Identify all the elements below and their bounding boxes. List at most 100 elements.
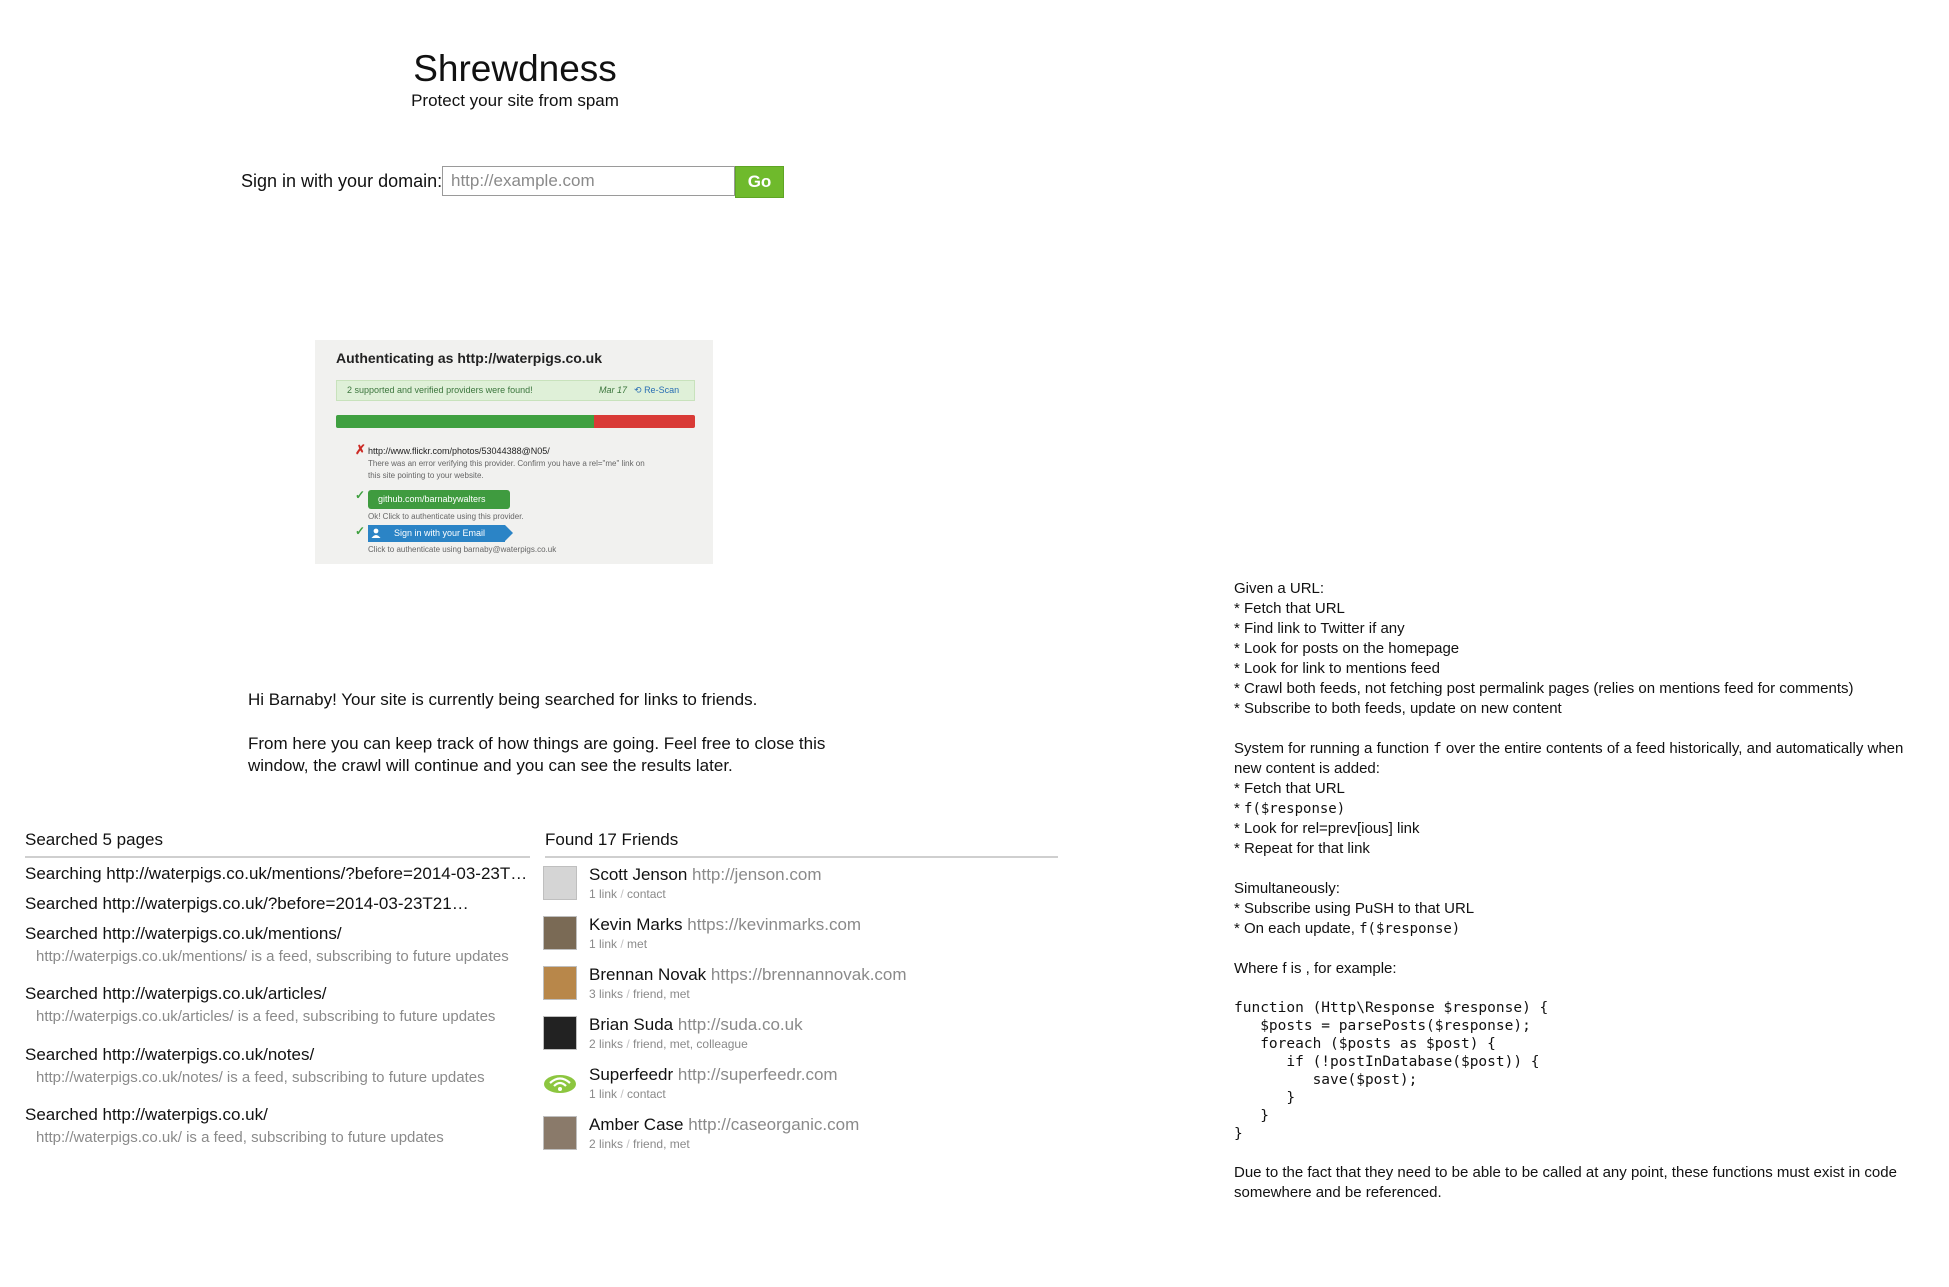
auth-alert-text: 2 supported and verified providers were …	[347, 385, 533, 395]
friend-url[interactable]: http://superfeedr.com	[678, 1065, 838, 1084]
wifi-icon	[544, 1075, 576, 1093]
friend-item[interactable]: Brennan Novak https://brennannovak.com 3…	[543, 965, 1063, 1006]
friend-name: Kevin Marks	[589, 915, 683, 934]
avatar	[543, 916, 577, 950]
notes-line: Given a URL:	[1234, 580, 1325, 597]
page-title: Shrewdness	[413, 48, 617, 89]
friend-link-count: 3 links	[589, 987, 624, 1001]
friend-url[interactable]: http://suda.co.uk	[678, 1015, 803, 1034]
search-item: Searching http://waterpigs.co.uk/mention…	[25, 864, 528, 883]
provider-ok-note: Ok! Click to authenticate using this pro…	[368, 512, 524, 521]
notes-line: * On each update, f($response)	[1234, 919, 1934, 939]
provider-url: http://www.flickr.com/photos/53044388@N0…	[368, 446, 550, 456]
friend-item[interactable]: Kevin Marks https://kevinmarks.com 1 lin…	[543, 915, 1063, 956]
avatar	[543, 1016, 577, 1050]
code-block: function (Http\Response $response) { $po…	[1234, 1000, 1549, 1142]
email-signin-button[interactable]: Sign in with your Email	[368, 525, 505, 542]
person-icon	[371, 528, 381, 538]
friend-link-count: 1 link	[589, 887, 618, 901]
friend-url[interactable]: https://brennannovak.com	[711, 965, 907, 984]
notes-code: f($response)	[1359, 921, 1461, 937]
search-item: Searched http://waterpigs.co.uk/mentions…	[25, 924, 342, 943]
search-item-note: http://waterpigs.co.uk/ is a feed, subsc…	[36, 1129, 444, 1146]
notes-panel: Given a URL: * Fetch that URL * Find lin…	[1234, 579, 1934, 1203]
progress-error-segment	[594, 415, 695, 428]
notes-text: * On each update,	[1234, 920, 1360, 937]
notes-line: * Look for link to mentions feed	[1234, 660, 1440, 677]
friends-heading: Found 17 Friends	[545, 830, 1058, 858]
friend-name: Superfeedr	[589, 1065, 674, 1084]
notes-text: over the entire contents of a feed histo…	[1441, 740, 1904, 757]
email-signin-label: Sign in with your Email	[394, 528, 486, 538]
rescan-label: Re-Scan	[644, 385, 680, 395]
friend-rel: friend, met	[633, 1137, 690, 1151]
auth-screenshot: Authenticating as http://waterpigs.co.uk…	[315, 340, 713, 564]
notes-line: * Subscribe using PuSH to that URL	[1234, 900, 1475, 917]
friend-name: Scott Jenson	[589, 865, 688, 884]
search-item: Searched http://waterpigs.co.uk/articles…	[25, 984, 327, 1003]
notes-line: somewhere and be referenced.	[1234, 1184, 1442, 1201]
search-item: Searched http://waterpigs.co.uk/	[25, 1105, 268, 1124]
searched-heading: Searched 5 pages	[25, 830, 530, 858]
friend-url[interactable]: http://caseorganic.com	[688, 1115, 859, 1134]
provider-email-note: Click to authenticate using barnaby@wate…	[368, 545, 557, 554]
friend-url[interactable]: https://kevinmarks.com	[687, 915, 861, 934]
notes-line: * f($response)	[1234, 799, 1934, 819]
friend-item[interactable]: Amber Case http://caseorganic.com 2 link…	[543, 1115, 1063, 1156]
friend-name: Amber Case	[589, 1115, 684, 1134]
avatar	[543, 866, 577, 900]
notes-line: new content is added:	[1234, 760, 1380, 777]
friend-item[interactable]: Scott Jenson http://jenson.com 1 link / …	[543, 865, 1063, 906]
rescan-link[interactable]: ⟲ Re-Scan	[634, 385, 679, 396]
friend-item[interactable]: Superfeedr http://superfeedr.com 1 link …	[543, 1065, 1063, 1106]
friend-rel: friend, met, colleague	[633, 1037, 748, 1051]
avatar	[543, 1116, 577, 1150]
intro-text-line1: From here you can keep track of how thin…	[248, 734, 826, 753]
go-button[interactable]: Go	[735, 166, 784, 198]
search-item: Searched http://waterpigs.co.uk/?before=…	[25, 894, 469, 913]
notes-line: Where f is , for example:	[1234, 960, 1397, 977]
notes-code: f($response)	[1244, 801, 1346, 817]
notes-line: * Crawl both feeds, not fetching post pe…	[1234, 680, 1854, 697]
progress-ok-segment	[336, 415, 594, 428]
notes-line: Simultaneously:	[1234, 880, 1340, 897]
signin-label: Sign in with your domain:	[241, 171, 443, 191]
friend-name: Brian Suda	[589, 1015, 674, 1034]
email-button-arrow	[505, 525, 513, 541]
page-subtitle: Protect your site from spam	[411, 91, 619, 110]
notes-line: * Fetch that URL	[1234, 780, 1345, 797]
notes-line: * Fetch that URL	[1234, 600, 1345, 617]
friend-link-count: 1 link	[589, 1087, 618, 1101]
intro-text-line2: window, the crawl will continue and you …	[248, 756, 733, 775]
notes-line: * Subscribe to both feeds, update on new…	[1234, 700, 1562, 717]
auth-alert: 2 supported and verified providers were …	[336, 380, 695, 401]
provider-error-note-2: this site pointing to your website.	[368, 471, 484, 480]
friend-rel: contact	[627, 1087, 666, 1101]
friend-rel: contact	[627, 887, 666, 901]
avatar	[543, 966, 577, 1000]
friend-url[interactable]: http://jenson.com	[692, 865, 821, 884]
auth-progress-bar	[336, 415, 695, 428]
provider-error-note: There was an error verifying this provid…	[368, 459, 645, 468]
notes-line: * Look for rel=prev[ious] link	[1234, 820, 1420, 837]
check-icon: ✓	[355, 488, 366, 502]
refresh-icon: ⟲	[634, 385, 642, 395]
friend-link-count: 1 link	[589, 937, 618, 951]
search-item-note: http://waterpigs.co.uk/articles/ is a fe…	[36, 1008, 496, 1025]
intro-greeting: Hi Barnaby! Your site is currently being…	[248, 690, 758, 709]
github-provider-button[interactable]: github.com/barnabywalters	[368, 490, 510, 509]
notes-line: Due to the fact that they need to be abl…	[1234, 1164, 1897, 1181]
search-item: Searched http://waterpigs.co.uk/notes/	[25, 1045, 315, 1064]
check-icon: ✓	[355, 524, 366, 538]
auth-title: Authenticating as http://waterpigs.co.uk	[336, 350, 603, 366]
notes-text: *	[1234, 800, 1245, 817]
friend-link-count: 2 links	[589, 1137, 624, 1151]
error-icon: ✗	[355, 442, 366, 457]
notes-text: System for running a function	[1234, 740, 1434, 757]
friend-rel: met	[627, 937, 648, 951]
superfeedr-logo-icon	[543, 1066, 577, 1100]
notes-line: * Find link to Twitter if any	[1234, 620, 1405, 637]
friend-item[interactable]: Brian Suda http://suda.co.uk 2 links / f…	[543, 1015, 1063, 1056]
friend-rel: friend, met	[633, 987, 690, 1001]
domain-input[interactable]	[442, 166, 735, 196]
